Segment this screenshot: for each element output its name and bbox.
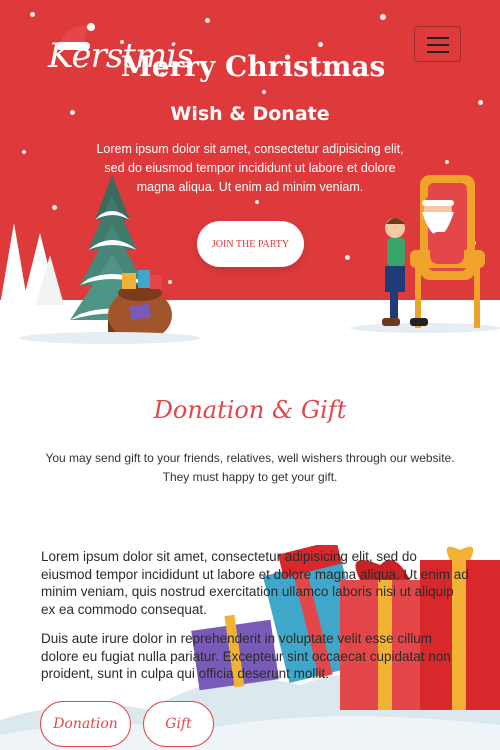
donation-button[interactable]: Donation <box>40 701 131 747</box>
hero-section: Kerstmis Merry Christmas Wish & Donate L… <box>0 0 500 345</box>
content-paragraph: Duis aute irure dolor in reprehenderit i… <box>41 631 451 681</box>
snowflake <box>445 160 449 164</box>
snowflake <box>380 14 386 20</box>
section-title: Donation & Gift <box>153 396 347 424</box>
snowflake <box>30 12 35 17</box>
snowflake <box>22 150 26 154</box>
section-description: You may send gift to your friends, relat… <box>45 451 455 484</box>
join-party-button[interactable]: JOIN THE PARTY <box>197 221 304 267</box>
hero-description: Lorem ipsum dolor sit amet, consectetur … <box>96 142 404 194</box>
hero-subtitle: Wish & Donate <box>170 103 330 125</box>
content-paragraph: Lorem ipsum dolor sit amet, consectetur … <box>41 549 469 617</box>
gift-button[interactable]: Gift <box>143 701 214 747</box>
christmas-tree-illustration <box>0 175 200 344</box>
snowflake <box>318 42 323 47</box>
hamburger-line <box>427 44 449 46</box>
hamburger-menu-icon <box>427 37 449 39</box>
snowflake <box>262 90 266 94</box>
snowflake <box>255 200 259 204</box>
hero-title: Merry Christmas <box>120 50 386 83</box>
snowflake <box>205 18 210 23</box>
